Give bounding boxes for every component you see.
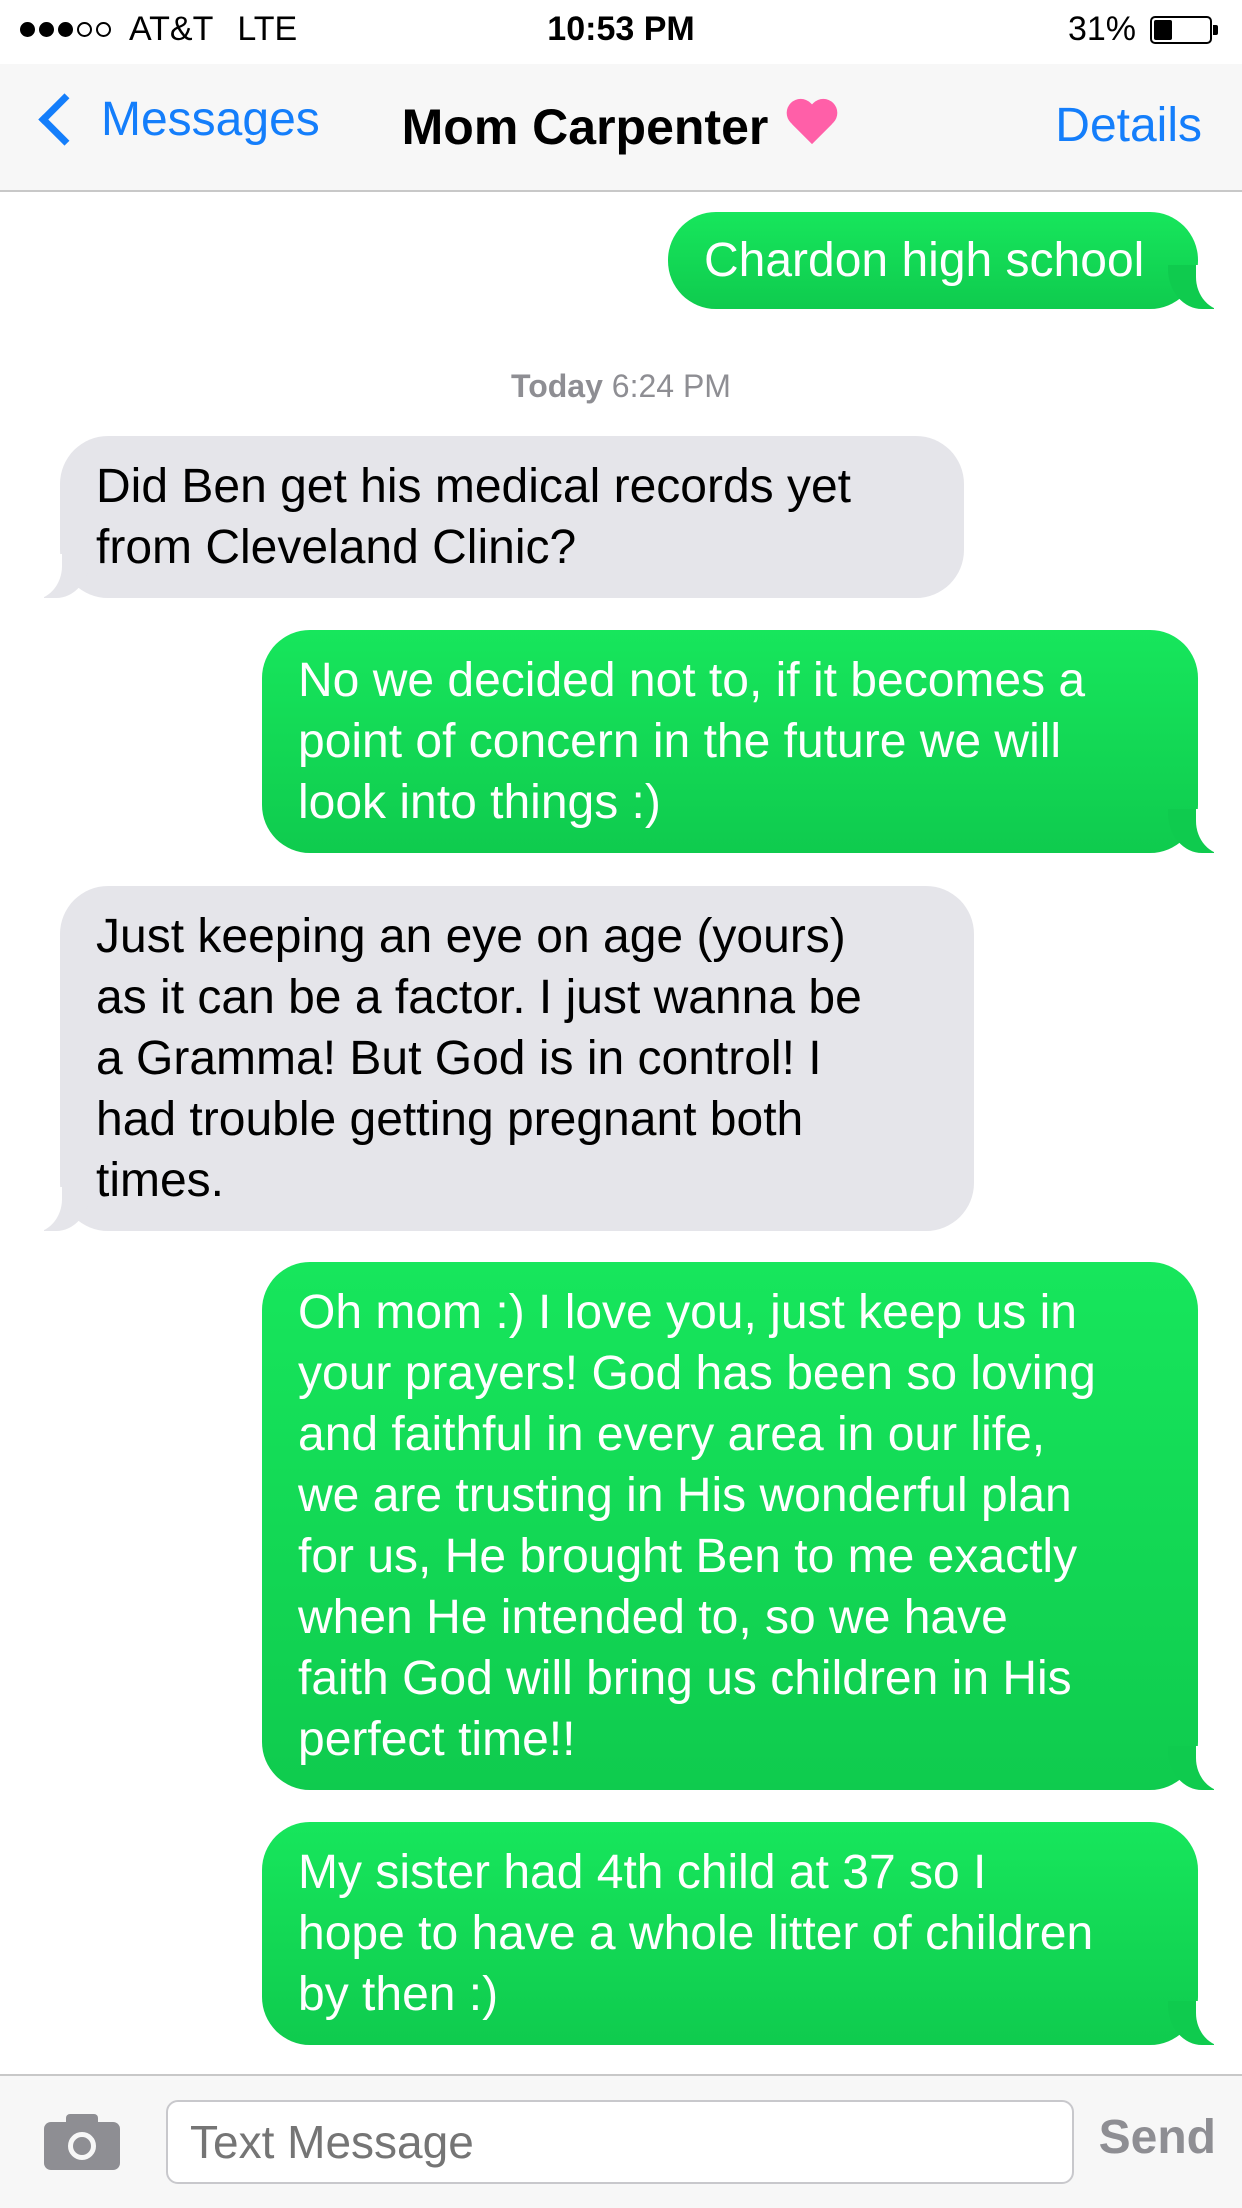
battery-percent: 31% — [1067, 10, 1136, 48]
pink-heart-icon — [784, 100, 840, 150]
status-right: 31% — [1067, 10, 1218, 49]
message-text: Oh mom :) I love you, just keep us in yo… — [298, 1286, 1096, 1766]
message-thread[interactable]: Chardon high school Today 6:24 PM Did Be… — [0, 192, 1242, 2074]
battery-icon — [1150, 15, 1218, 44]
camera-icon[interactable] — [44, 2112, 120, 2170]
message-input[interactable] — [166, 2100, 1074, 2184]
compose-bar: Send — [0, 2074, 1242, 2208]
timestamp-time: 6:24 PM — [611, 368, 731, 404]
outgoing-message-bubble[interactable]: Oh mom :) I love you, just keep us in yo… — [262, 1262, 1236, 1792]
clock: 10:53 PM — [547, 10, 695, 48]
battery-nub — [1213, 24, 1218, 35]
message-text: No we decided not to, if it becomes a po… — [298, 654, 1086, 829]
message-timestamp: Today 6:24 PM — [0, 368, 1242, 405]
outgoing-message-bubble[interactable]: Chardon high school — [668, 212, 1236, 311]
message-text: Just keeping an eye on age (yours) as it… — [96, 910, 862, 1207]
message-text: My sister had 4th child at 37 so I hope … — [298, 1846, 1094, 2021]
message-text: Did Ben get his medical records yet from… — [96, 460, 852, 574]
contact-name-label: Mom Carpenter — [401, 99, 769, 155]
send-button[interactable]: Send — [1099, 2110, 1216, 2165]
status-bar: AT&T LTE 10:53 PM 31% — [0, 0, 1242, 64]
incoming-message-bubble[interactable]: Just keeping an eye on age (yours) as it… — [22, 886, 974, 1233]
message-text: Chardon high school — [704, 234, 1145, 287]
outgoing-message-bubble[interactable]: No we decided not to, if it becomes a po… — [262, 630, 1236, 855]
timestamp-day: Today — [511, 368, 603, 404]
conversation-header: Messages Mom Carpenter Details — [0, 64, 1242, 192]
battery-fill — [1154, 19, 1172, 40]
camera-lens — [68, 2132, 96, 2160]
incoming-message-bubble[interactable]: Did Ben get his medical records yet from… — [22, 436, 964, 600]
outgoing-message-bubble[interactable]: My sister had 4th child at 37 so I hope … — [262, 1822, 1236, 2047]
details-button[interactable]: Details — [1055, 98, 1202, 153]
